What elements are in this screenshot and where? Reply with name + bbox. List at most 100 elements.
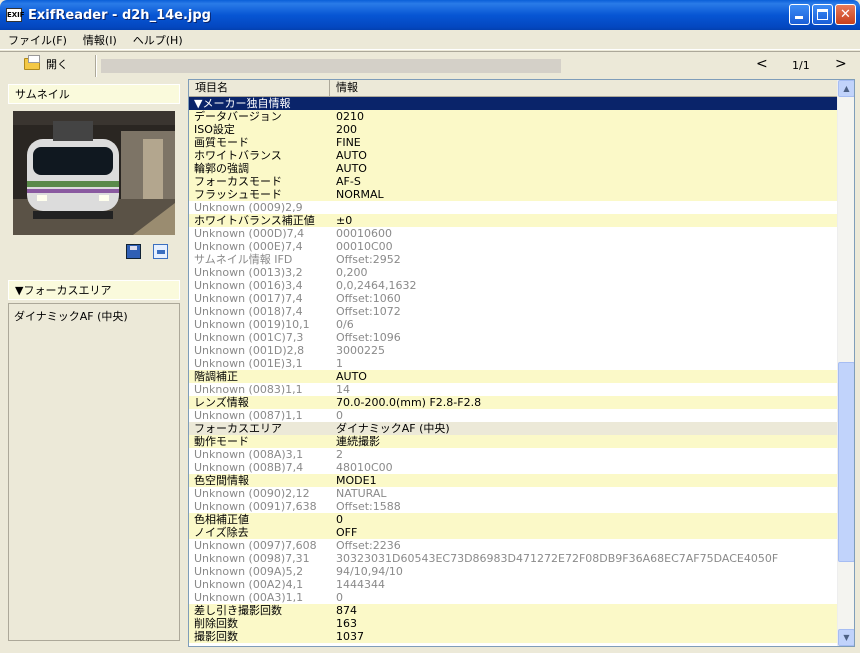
table-row[interactable]: ホワイトバランス補正値 ±0 bbox=[189, 214, 838, 227]
focus-area-panel: ダイナミックAF (中央) bbox=[8, 303, 180, 641]
column-header-name[interactable]: 項目名 bbox=[189, 80, 330, 97]
table-row[interactable]: 動作モード 連続撮影 bbox=[189, 435, 838, 448]
minimize-button[interactable] bbox=[789, 4, 810, 25]
next-page-button[interactable]: > bbox=[835, 56, 847, 72]
table-row[interactable]: Unknown (001C)7,3 Offset:1096 bbox=[189, 331, 838, 344]
row-name: レンズ情報 bbox=[194, 396, 249, 409]
left-panel: サムネイル ▼フォーカスエリア ダイナミックAF (中央) bbox=[8, 84, 180, 644]
close-icon: ✕ bbox=[840, 7, 851, 22]
table-row[interactable]: フォーカスモード AF-S bbox=[189, 175, 838, 188]
row-value: 0210 bbox=[336, 110, 364, 123]
row-name: Unknown (008A)3,1 bbox=[194, 448, 304, 461]
row-value: AUTO bbox=[336, 162, 367, 175]
table-row[interactable]: ノイズ除去 OFF bbox=[189, 526, 838, 539]
thumbnail-image bbox=[13, 111, 175, 235]
table-row[interactable]: Unknown (00A2)4,1 1444344 bbox=[189, 578, 838, 591]
close-button[interactable]: ✕ bbox=[835, 4, 856, 25]
table-row[interactable]: Unknown (009A)5,2 94/10,94/10 bbox=[189, 565, 838, 578]
row-name: Unknown (0019)10,1 bbox=[194, 318, 310, 331]
row-value: 14 bbox=[336, 383, 350, 396]
scroll-up-button[interactable]: ▲ bbox=[838, 80, 854, 97]
table-row[interactable]: Unknown (0090)2,12 NATURAL bbox=[189, 487, 838, 500]
table-row[interactable]: Unknown (001E)3,1 1 bbox=[189, 357, 838, 370]
table-row[interactable]: Unknown (000E)7,4 00010C00 bbox=[189, 240, 838, 253]
title-bar[interactable]: EXIF ExifReader - d2h_14e.jpg ✕ bbox=[0, 0, 860, 30]
row-name: Unknown (0009)2,9 bbox=[194, 201, 303, 214]
row-name: Unknown (001C)7,3 bbox=[194, 331, 304, 344]
row-name: ノイズ除去 bbox=[194, 526, 249, 539]
exif-table: 項目名 情報 ▼メーカー独自情報 データバージョン 0210 ISO設定 200 画質モー… bbox=[188, 79, 855, 647]
train-photo bbox=[13, 111, 175, 235]
table-row[interactable]: Unknown (0097)7,608 Offset:2236 bbox=[189, 539, 838, 552]
table-row[interactable]: Unknown (001D)2,8 3000225 bbox=[189, 344, 838, 357]
row-value: 1037 bbox=[336, 630, 364, 643]
row-name: Unknown (0087)1,1 bbox=[194, 409, 303, 422]
table-row[interactable]: 撮影回数 1037 bbox=[189, 630, 838, 643]
row-name: Unknown (009A)5,2 bbox=[194, 565, 304, 578]
column-header-info[interactable]: 情報 bbox=[330, 80, 838, 97]
row-value: 163 bbox=[336, 617, 357, 630]
table-section-row[interactable]: ▼メーカー独自情報 bbox=[189, 97, 838, 110]
open-button[interactable]: 開く bbox=[24, 55, 68, 72]
table-row[interactable]: レンズ情報 70.0-200.0(mm) F2.8-F2.8 bbox=[189, 396, 838, 409]
table-row[interactable]: フラッシュモード NORMAL bbox=[189, 188, 838, 201]
row-value bbox=[330, 97, 838, 110]
table-row[interactable]: 削除回数 163 bbox=[189, 617, 838, 630]
table-row[interactable]: 階調補正 AUTO bbox=[189, 370, 838, 383]
table-row[interactable]: Unknown (00A3)1,1 0 bbox=[189, 591, 838, 604]
table-row[interactable]: Unknown (008A)3,1 2 bbox=[189, 448, 838, 461]
row-value: 70.0-200.0(mm) F2.8-F2.8 bbox=[336, 396, 482, 409]
menu-info[interactable]: 情報(I) bbox=[75, 32, 125, 48]
maximize-button[interactable] bbox=[812, 4, 833, 25]
table-row[interactable]: ホワイトバランス AUTO bbox=[189, 149, 838, 162]
maximize-icon bbox=[817, 9, 828, 20]
table-row[interactable]: Unknown (0019)10,1 0/6 bbox=[189, 318, 838, 331]
row-value: OFF bbox=[336, 526, 358, 539]
row-value: 48010C00 bbox=[336, 461, 393, 474]
scroll-down-button[interactable]: ▼ bbox=[838, 629, 854, 646]
row-name: ISO設定 bbox=[194, 123, 235, 136]
table-row[interactable]: Unknown (0091)7,638 Offset:1588 bbox=[189, 500, 838, 513]
table-row[interactable]: サムネイル情報 IFD Offset:2952 bbox=[189, 253, 838, 266]
row-name: Unknown (000E)7,4 bbox=[194, 240, 303, 253]
table-row[interactable]: Unknown (008B)7,4 48010C00 bbox=[189, 461, 838, 474]
prev-page-button[interactable]: < bbox=[756, 56, 768, 72]
table-row[interactable]: データバージョン 0210 bbox=[189, 110, 838, 123]
table-row[interactable]: Unknown (0098)7,31 30323031D60543EC73D869… bbox=[189, 552, 838, 565]
table-row[interactable]: 色相補正値 0 bbox=[189, 513, 838, 526]
save-icon[interactable] bbox=[126, 244, 141, 259]
table-row[interactable]: Unknown (0009)2,9 bbox=[189, 201, 838, 214]
table-row[interactable]: 輪郭の強調 AUTO bbox=[189, 162, 838, 175]
table-row[interactable]: フォーカスエリア ダイナミックAF (中央) bbox=[189, 422, 838, 435]
table-row[interactable]: Unknown (0017)7,4 Offset:1060 bbox=[189, 292, 838, 305]
table-row[interactable]: 差し引き撮影回数 874 bbox=[189, 604, 838, 617]
table-row[interactable]: Unknown (0087)1,1 0 bbox=[189, 409, 838, 422]
table-row[interactable]: Unknown (0013)3,2 0,200 bbox=[189, 266, 838, 279]
table-row[interactable]: ISO設定 200 bbox=[189, 123, 838, 136]
scroll-thumb[interactable] bbox=[838, 362, 854, 562]
row-name: Unknown (0083)1,1 bbox=[194, 383, 303, 396]
export-icon[interactable] bbox=[153, 244, 168, 259]
row-name: Unknown (00A3)1,1 bbox=[194, 591, 304, 604]
table-row[interactable]: Unknown (000D)7,4 00010600 bbox=[189, 227, 838, 240]
row-value: AUTO bbox=[336, 149, 367, 162]
thumbnail-actions bbox=[126, 244, 168, 259]
table-row[interactable]: 色空間情報 MODE1 bbox=[189, 474, 838, 487]
row-value: 3000225 bbox=[336, 344, 385, 357]
row-name: Unknown (0091)7,638 bbox=[194, 500, 317, 513]
row-value: Offset:1072 bbox=[336, 305, 401, 318]
table-row[interactable]: Unknown (0083)1,1 14 bbox=[189, 383, 838, 396]
table-row[interactable]: Unknown (0016)3,4 0,0,2464,1632 bbox=[189, 279, 838, 292]
menu-file[interactable]: ファイル(F) bbox=[0, 32, 75, 48]
row-value: ダイナミックAF (中央) bbox=[336, 422, 450, 435]
row-value: 874 bbox=[336, 604, 357, 617]
row-name: 輪郭の強調 bbox=[194, 162, 249, 175]
table-row[interactable]: 画質モード FINE bbox=[189, 136, 838, 149]
table-header: 項目名 情報 bbox=[189, 80, 838, 97]
row-value: 1444344 bbox=[336, 578, 385, 591]
table-row[interactable]: Unknown (0018)7,4 Offset:1072 bbox=[189, 305, 838, 318]
thumbnail-header: サムネイル bbox=[8, 84, 180, 104]
vertical-scrollbar[interactable]: ▲ ▼ bbox=[837, 80, 854, 646]
menu-help[interactable]: ヘルプ(H) bbox=[125, 32, 191, 48]
row-value: AUTO bbox=[336, 370, 367, 383]
